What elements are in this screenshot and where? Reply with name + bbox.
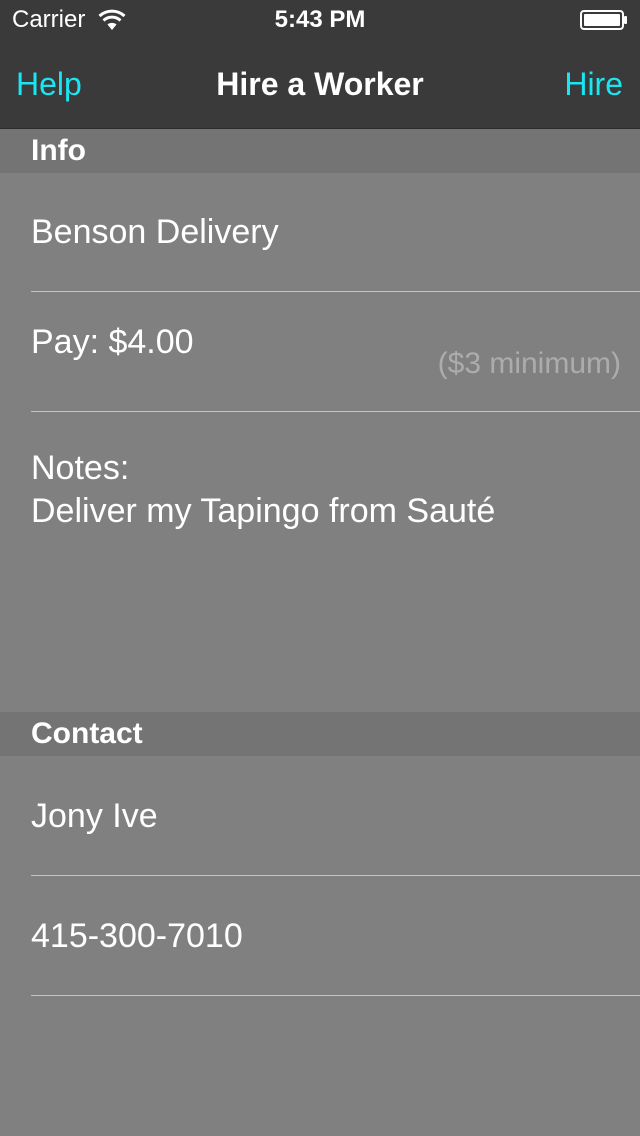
status-time: 5:43 PM	[274, 6, 366, 33]
section-title-info: Info	[31, 134, 86, 167]
contact-phone-field[interactable]: 415-300-7010	[31, 916, 243, 956]
contact-phone-cell[interactable]: 415-300-7010	[0, 876, 640, 996]
notes-cell[interactable]: Notes: Deliver my Tapingo from Sauté	[0, 412, 640, 712]
row-divider	[31, 995, 640, 996]
pay-minimum-hint: ($3 minimum)	[437, 347, 621, 380]
worker-name-cell[interactable]: Benson Delivery	[0, 172, 640, 292]
section-header-info: Info	[0, 129, 640, 173]
pay-cell[interactable]: Pay: $4.00 ($3 minimum)	[0, 292, 640, 412]
pay-field[interactable]: Pay: $4.00	[31, 322, 194, 362]
status-bar: Carrier 5:43 PM	[0, 0, 640, 40]
navigation-bar: Help Hire a Worker Hire	[0, 40, 640, 129]
section-title-contact: Contact	[31, 717, 143, 750]
contact-name-cell[interactable]: Jony Ive	[0, 756, 640, 876]
notes-text-area[interactable]: Deliver my Tapingo from Sauté	[31, 491, 495, 531]
battery-icon	[580, 10, 627, 30]
section-header-contact: Contact	[0, 712, 640, 756]
hire-button[interactable]: Hire	[564, 64, 623, 104]
contact-name-field[interactable]: Jony Ive	[31, 796, 158, 836]
worker-name-field[interactable]: Benson Delivery	[31, 212, 279, 252]
notes-label: Notes:	[31, 449, 130, 487]
page-title: Hire a Worker	[216, 66, 424, 102]
